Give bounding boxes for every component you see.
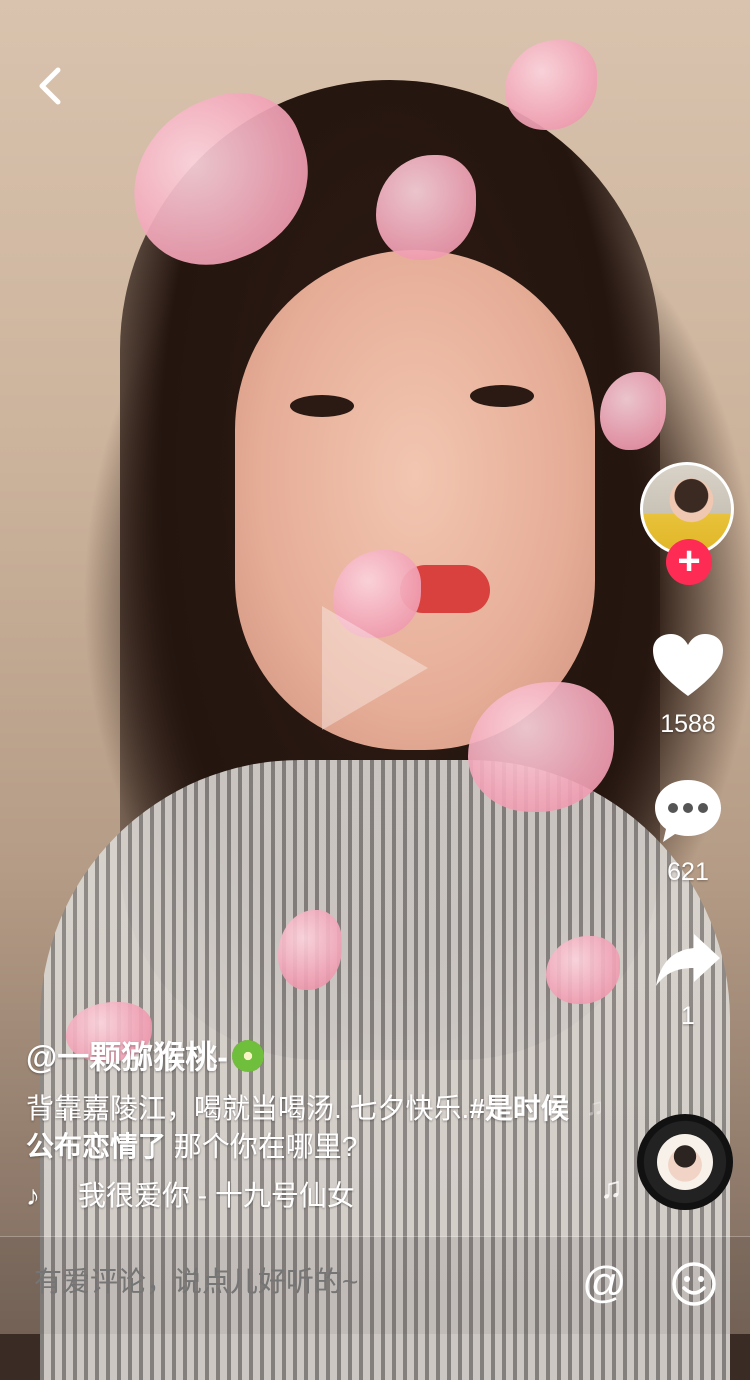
petal-effect [505,40,597,130]
video-subject-eye [290,395,354,417]
share-count: 1 [681,1002,695,1030]
back-button[interactable] [36,66,70,106]
music-info[interactable]: ♪ 我很爱你 - 十九号仙女 [26,1174,355,1214]
comment-bubble-icon [655,780,721,842]
like-count: 1588 [660,710,716,738]
heart-icon [653,634,723,696]
username-text[interactable]: @一颗猕猴桃- [26,1039,228,1075]
music-note-icon: ♫ [600,1172,623,1205]
like-button[interactable]: 1588 [640,632,736,739]
chevron-left-icon [39,67,61,105]
comment-input[interactable] [34,1266,534,1298]
share-arrow-icon [656,934,720,986]
video-subject-eye [470,385,534,407]
comment-count: 621 [667,858,709,886]
music-disc-cover [657,1134,713,1190]
share-button[interactable]: 1 [640,930,736,1031]
music-disc[interactable] [637,1114,733,1210]
post-username[interactable]: @一颗猕猴桃- [26,1032,264,1078]
music-note-icon: ♫ [586,1094,604,1121]
caption-tail: 那个你在哪里? [166,1131,358,1162]
follow-button[interactable]: + [666,539,712,585]
comment-button[interactable]: 621 [640,778,736,887]
kiwi-icon [231,1040,264,1072]
caption-text: 背靠嘉陵江，喝就当喝汤. 七夕快乐. [26,1093,470,1124]
play-icon[interactable] [322,606,428,730]
emoji-button[interactable] [670,1260,718,1308]
music-title[interactable]: 我很爱你 - 十九号仙女 [78,1180,355,1211]
mention-button[interactable]: @ [582,1258,627,1308]
smiley-icon [672,1262,716,1306]
tiktok-note-icon: ♪ [26,1180,40,1211]
post-caption: 背靠嘉陵江，喝就当喝汤. 七夕快乐.#是时候公布恋情了 那个你在哪里? [26,1090,586,1166]
